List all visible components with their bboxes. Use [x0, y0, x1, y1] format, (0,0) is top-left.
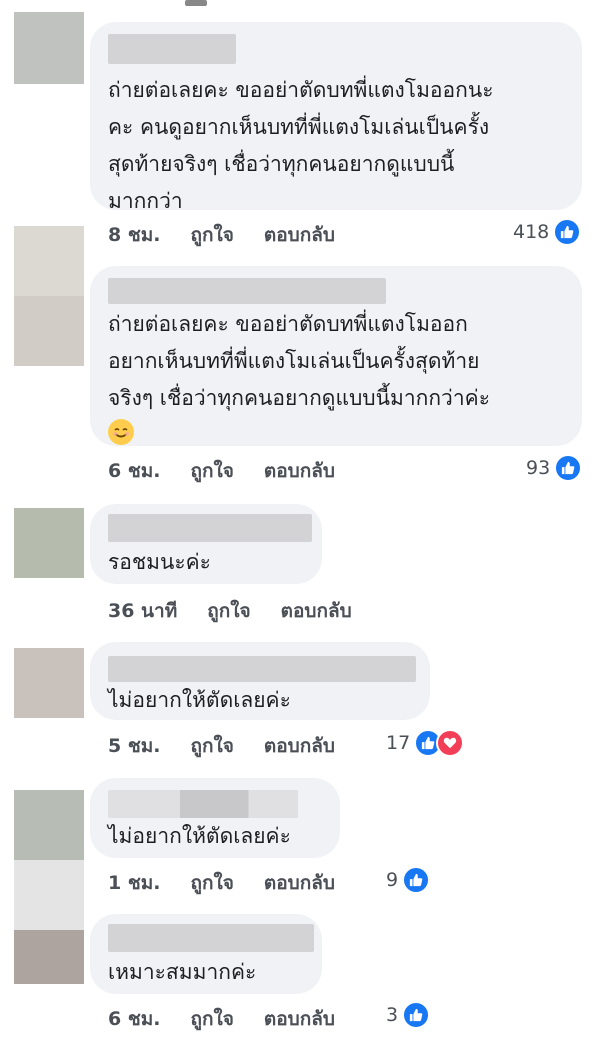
reaction-summary[interactable]: 9 [386, 866, 431, 894]
like-button[interactable]: ถูกใจ [190, 1004, 233, 1034]
avatar[interactable] [14, 930, 84, 984]
comment-bubble: เหมาะสมมากค่ะ [90, 914, 322, 994]
comment-bubble: ไม่อยากให้ตัดเลยค่ะ [90, 778, 340, 858]
author-name-blurred[interactable] [108, 278, 386, 304]
like-button[interactable]: ถูกใจ [190, 731, 233, 761]
comment-timestamp[interactable]: 1 ชม. [108, 868, 160, 898]
comment-bubble: ไม่อยากให้ตัดเลยค่ะ [90, 642, 430, 720]
comment-timestamp[interactable]: 6 ชม. [108, 456, 160, 486]
thumbs-up-icon [553, 218, 582, 246]
reaction-summary[interactable]: 17 [386, 729, 465, 757]
comment-bubble: ถ่ายต่อเลยคะ ขออย่าตัดบทพี่แตงโมออกนะ คะ… [90, 22, 582, 213]
reply-button[interactable]: ตอบกลับ [281, 596, 352, 626]
reaction-summary[interactable]: 418 [513, 218, 582, 246]
comments-panel: ถ่ายต่อเลยคะ ขออย่าตัดบทพี่แตงโมออกนะ คะ… [0, 0, 600, 1037]
author-name-blurred[interactable] [108, 656, 416, 682]
like-button[interactable]: ถูกใจ [190, 868, 233, 898]
comment-text: เหมาะสมมากค่ะ [108, 960, 257, 984]
comment-bubble: ถ่ายต่อเลยคะ ขออย่าตัดบทพี่แตงโมออก อยาก… [90, 266, 582, 446]
avatar[interactable] [14, 226, 84, 366]
reaction-count: 9 [386, 869, 399, 891]
comment-bubble: รอชมนะค่ะ [90, 504, 322, 584]
reaction-count: 17 [386, 732, 411, 754]
reaction-count: 418 [513, 221, 550, 243]
reaction-summary[interactable]: 3 [386, 1001, 431, 1029]
comment-timestamp[interactable]: 36 นาที [108, 596, 177, 626]
comment-actions: 1 ชม. ถูกใจ ตอบกลับ [108, 868, 335, 898]
like-button[interactable]: ถูกใจ [190, 220, 233, 250]
reaction-count: 3 [386, 1004, 399, 1026]
cropped-text-fragment [185, 0, 207, 6]
author-name-blurred[interactable] [108, 514, 312, 542]
comment-actions: 6 ชม. ถูกใจ ตอบกลับ [108, 1004, 335, 1034]
reaction-count: 93 [526, 457, 551, 479]
avatar[interactable] [14, 790, 84, 930]
thumbs-up-icon [402, 1001, 431, 1029]
like-button[interactable]: ถูกใจ [207, 596, 250, 626]
comment-actions: 36 นาที ถูกใจ ตอบกลับ [108, 596, 352, 626]
reply-button[interactable]: ตอบกลับ [264, 220, 335, 250]
comment-text: ถ่ายต่อเลยคะ ขออย่าตัดบทพี่แตงโมออก อยาก… [108, 312, 490, 410]
author-name-blurred[interactable] [108, 924, 314, 952]
thumbs-up-icon [554, 454, 583, 482]
comment-text: รอชมนะค่ะ [108, 550, 211, 574]
comment-timestamp[interactable]: 5 ชม. [108, 731, 160, 761]
like-button[interactable]: ถูกใจ [190, 456, 233, 486]
reply-button[interactable]: ตอบกลับ [264, 1004, 335, 1034]
reply-button[interactable]: ตอบกลับ [264, 731, 335, 761]
thumbs-up-icon [402, 866, 431, 894]
comment-text: ไม่อยากให้ตัดเลยค่ะ [108, 688, 291, 712]
comment-text: ถ่ายต่อเลยคะ ขออย่าตัดบทพี่แตงโมออกนะ คะ… [108, 78, 494, 213]
avatar[interactable] [14, 648, 84, 718]
comment-timestamp[interactable]: 8 ชม. [108, 220, 160, 250]
reply-button[interactable]: ตอบกลับ [264, 456, 335, 486]
comment-actions: 6 ชม. ถูกใจ ตอบกลับ [108, 456, 335, 486]
avatar[interactable] [14, 508, 84, 578]
comment-actions: 5 ชม. ถูกใจ ตอบกลับ [108, 731, 335, 761]
heart-icon [436, 729, 465, 757]
comment-timestamp[interactable]: 6 ชม. [108, 1004, 160, 1034]
author-name-blurred[interactable] [108, 34, 236, 64]
comment-text: ไม่อยากให้ตัดเลยค่ะ [108, 824, 291, 848]
author-name-blurred[interactable] [108, 790, 298, 818]
reply-button[interactable]: ตอบกลับ [264, 868, 335, 898]
reaction-summary[interactable]: 93 [526, 454, 583, 482]
smiling-face-emoji [108, 419, 564, 445]
avatar[interactable] [14, 12, 84, 84]
comment-actions: 8 ชม. ถูกใจ ตอบกลับ [108, 220, 335, 250]
